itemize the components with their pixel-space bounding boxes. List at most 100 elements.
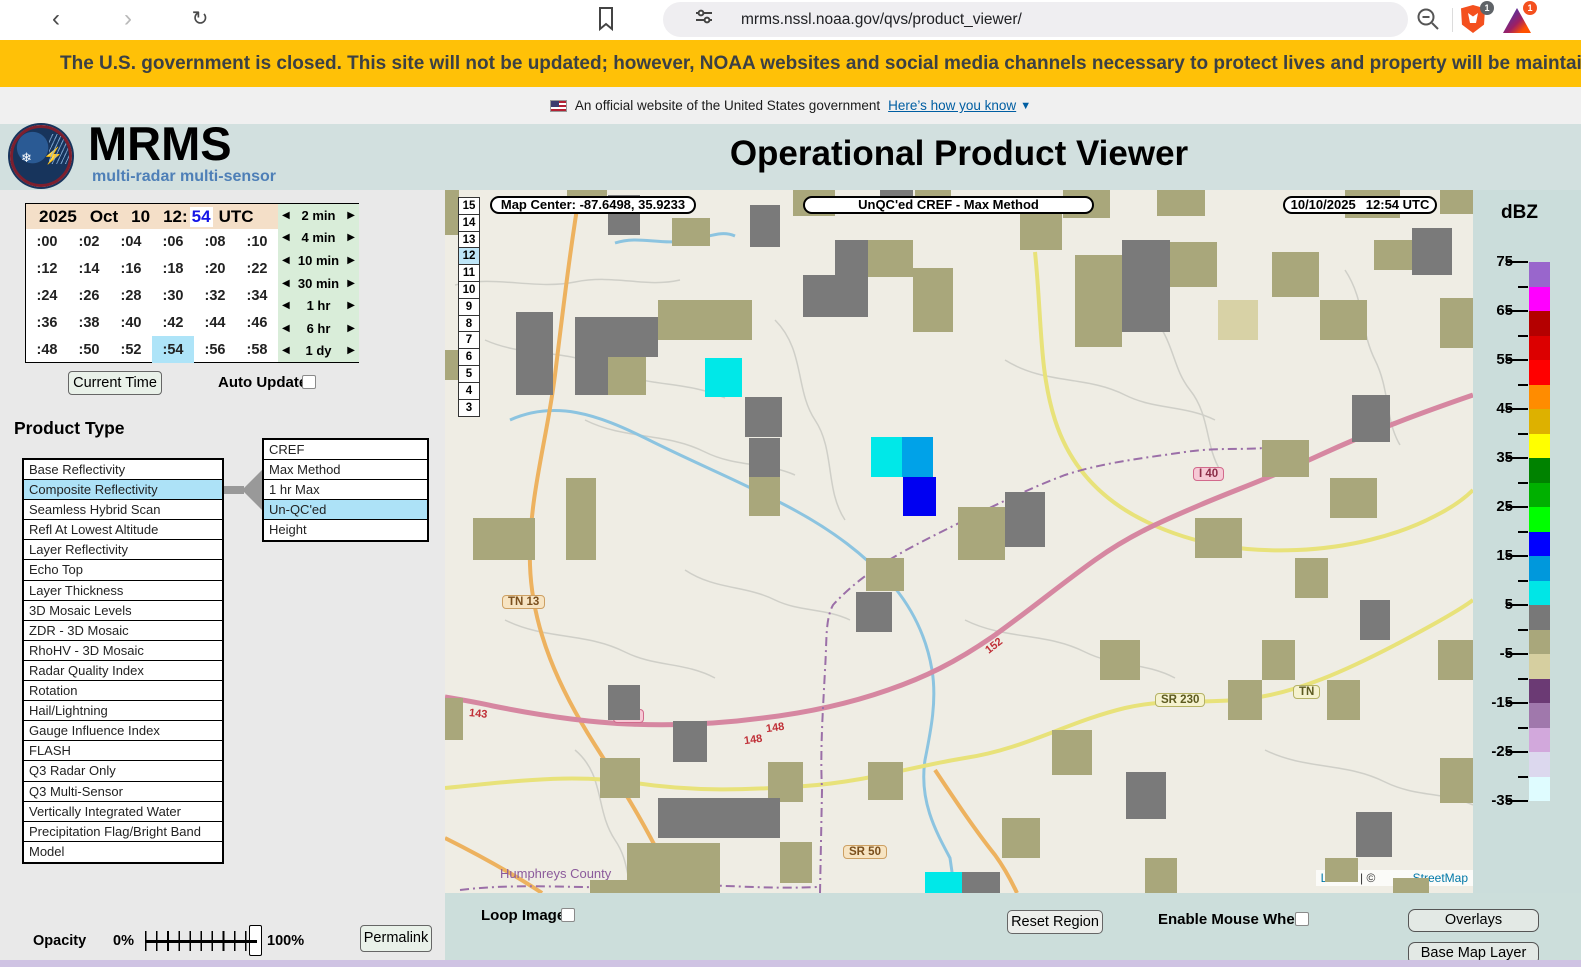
product-item[interactable]: Q3 Multi-Sensor xyxy=(24,782,222,802)
minute-cell[interactable]: :28 xyxy=(110,283,152,310)
product-item[interactable]: Hail/Lightning xyxy=(24,701,222,721)
step-back-icon[interactable]: ◀ xyxy=(282,300,290,311)
site-settings-icon[interactable] xyxy=(695,8,713,31)
minute-cell[interactable]: :16 xyxy=(110,256,152,283)
product-subitem[interactable]: 1 hr Max xyxy=(264,480,427,500)
reset-region-button[interactable]: Reset Region xyxy=(1007,910,1103,934)
zoom-level-button[interactable]: 12 xyxy=(459,248,479,265)
minute-cell[interactable]: :32 xyxy=(194,283,236,310)
zoom-level-button[interactable]: 9 xyxy=(459,299,479,316)
product-item[interactable]: Rotation xyxy=(24,681,222,701)
reload-icon[interactable]: ↻ xyxy=(184,4,216,36)
overlays-button[interactable]: Overlays xyxy=(1408,909,1539,932)
step-forward-icon[interactable]: ▶ xyxy=(347,232,355,243)
zoom-level-button[interactable]: 6 xyxy=(459,349,479,366)
step-forward-icon[interactable]: ▶ xyxy=(347,300,355,311)
minute-cell[interactable]: :54 xyxy=(152,336,194,363)
minute-cell[interactable]: :52 xyxy=(110,336,152,363)
zoom-level-button[interactable]: 11 xyxy=(459,265,479,282)
product-item[interactable]: Layer Thickness xyxy=(24,581,222,601)
product-item[interactable]: Seamless Hybrid Scan xyxy=(24,500,222,520)
step-forward-icon[interactable]: ▶ xyxy=(347,278,355,289)
minute-cell[interactable]: :12 xyxy=(26,256,68,283)
minute-cell[interactable]: :26 xyxy=(68,283,110,310)
minute-cell[interactable]: :40 xyxy=(110,309,152,336)
auto-update-checkbox[interactable] xyxy=(302,375,316,389)
minute-cell[interactable]: :44 xyxy=(194,309,236,336)
minute-cell[interactable]: :56 xyxy=(194,336,236,363)
zoom-level-button[interactable]: 10 xyxy=(459,282,479,299)
zoom-level-button[interactable]: 7 xyxy=(459,332,479,349)
step-forward-icon[interactable]: ▶ xyxy=(347,323,355,334)
product-item[interactable]: Composite Reflectivity xyxy=(24,480,222,500)
product-item[interactable]: RhoHV - 3D Mosaic xyxy=(24,641,222,661)
minute-cell[interactable]: :38 xyxy=(68,309,110,336)
product-item[interactable]: 3D Mosaic Levels xyxy=(24,601,222,621)
minute-cell[interactable]: :08 xyxy=(194,229,236,256)
zoom-out-icon[interactable] xyxy=(1415,6,1441,37)
product-item[interactable]: Layer Reflectivity xyxy=(24,540,222,560)
minute-cell[interactable]: :36 xyxy=(26,309,68,336)
step-forward-icon[interactable]: ▶ xyxy=(347,345,355,356)
zoom-level-button[interactable]: 13 xyxy=(459,232,479,249)
minute-cell[interactable]: :46 xyxy=(236,309,278,336)
opacity-slider[interactable] xyxy=(145,931,257,951)
bookmark-icon[interactable] xyxy=(596,6,616,37)
product-item[interactable]: Base Reflectivity xyxy=(24,460,222,480)
product-item[interactable]: Vertically Integrated Water xyxy=(24,802,222,822)
minute-cell[interactable]: :22 xyxy=(236,256,278,283)
zoom-level-button[interactable]: 8 xyxy=(459,316,479,333)
how-you-know-link[interactable]: Here’s how you know xyxy=(888,98,1016,113)
minute-cell[interactable]: :42 xyxy=(152,309,194,336)
step-back-icon[interactable]: ◀ xyxy=(282,323,290,334)
loop-image-checkbox[interactable] xyxy=(561,908,575,922)
minute-cell[interactable]: :58 xyxy=(236,336,278,363)
map-viewport[interactable]: TN 13I 40I 40SR 230TNSR 50 1431431481481… xyxy=(445,190,1473,893)
product-subitem[interactable]: CREF xyxy=(264,440,427,460)
step-back-icon[interactable]: ◀ xyxy=(282,232,290,243)
brave-rewards-icon[interactable]: 1 xyxy=(1503,5,1535,35)
back-icon[interactable]: ‹ xyxy=(40,4,72,36)
product-item[interactable]: Radar Quality Index xyxy=(24,661,222,681)
minute-cell[interactable]: :04 xyxy=(110,229,152,256)
minute-cell[interactable]: :20 xyxy=(194,256,236,283)
minute-cell[interactable]: :14 xyxy=(68,256,110,283)
forward-icon[interactable]: › xyxy=(112,4,144,36)
minute-cell[interactable]: :50 xyxy=(68,336,110,363)
step-back-icon[interactable]: ◀ xyxy=(282,210,290,221)
step-back-icon[interactable]: ◀ xyxy=(282,345,290,356)
zoom-level-button[interactable]: 15 xyxy=(459,198,479,215)
minute-cell[interactable]: :06 xyxy=(152,229,194,256)
product-item[interactable]: Gauge Influence Index xyxy=(24,721,222,741)
current-time-button[interactable]: Current Time xyxy=(68,371,162,395)
zoom-level-button[interactable]: 14 xyxy=(459,215,479,232)
opacity-slider-handle[interactable] xyxy=(249,925,262,956)
product-item[interactable]: ZDR - 3D Mosaic xyxy=(24,621,222,641)
step-forward-icon[interactable]: ▶ xyxy=(347,255,355,266)
minute-cell[interactable]: :48 xyxy=(26,336,68,363)
mouse-wheel-checkbox[interactable] xyxy=(1295,912,1309,926)
permalink-button[interactable]: Permalink xyxy=(360,925,432,952)
product-item[interactable]: FLASH xyxy=(24,741,222,761)
step-forward-icon[interactable]: ▶ xyxy=(347,210,355,221)
product-subitem[interactable]: Max Method xyxy=(264,460,427,480)
minute-cell[interactable]: :34 xyxy=(236,283,278,310)
product-item[interactable]: Model xyxy=(24,842,222,862)
product-item[interactable]: Echo Top xyxy=(24,560,222,580)
zoom-level-button[interactable]: 4 xyxy=(459,383,479,400)
product-item[interactable]: Refl At Lowest Altitude xyxy=(24,520,222,540)
minute-cell[interactable]: :30 xyxy=(152,283,194,310)
step-back-icon[interactable]: ◀ xyxy=(282,255,290,266)
product-subitem[interactable]: Un-QC'ed xyxy=(264,500,427,520)
product-subitem[interactable]: Height xyxy=(264,520,427,540)
zoom-level-button[interactable]: 5 xyxy=(459,366,479,383)
url-bar[interactable]: mrms.nssl.noaa.gov/qvs/product_viewer/ xyxy=(663,2,1408,37)
minute-cell[interactable]: :18 xyxy=(152,256,194,283)
step-back-icon[interactable]: ◀ xyxy=(282,278,290,289)
minute-cell[interactable]: :10 xyxy=(236,229,278,256)
product-item[interactable]: Precipitation Flag/Bright Band xyxy=(24,822,222,842)
brave-shield-icon[interactable]: 1 xyxy=(1460,4,1490,34)
minute-cell[interactable]: :24 xyxy=(26,283,68,310)
minute-cell[interactable]: :02 xyxy=(68,229,110,256)
product-item[interactable]: Q3 Radar Only xyxy=(24,761,222,781)
